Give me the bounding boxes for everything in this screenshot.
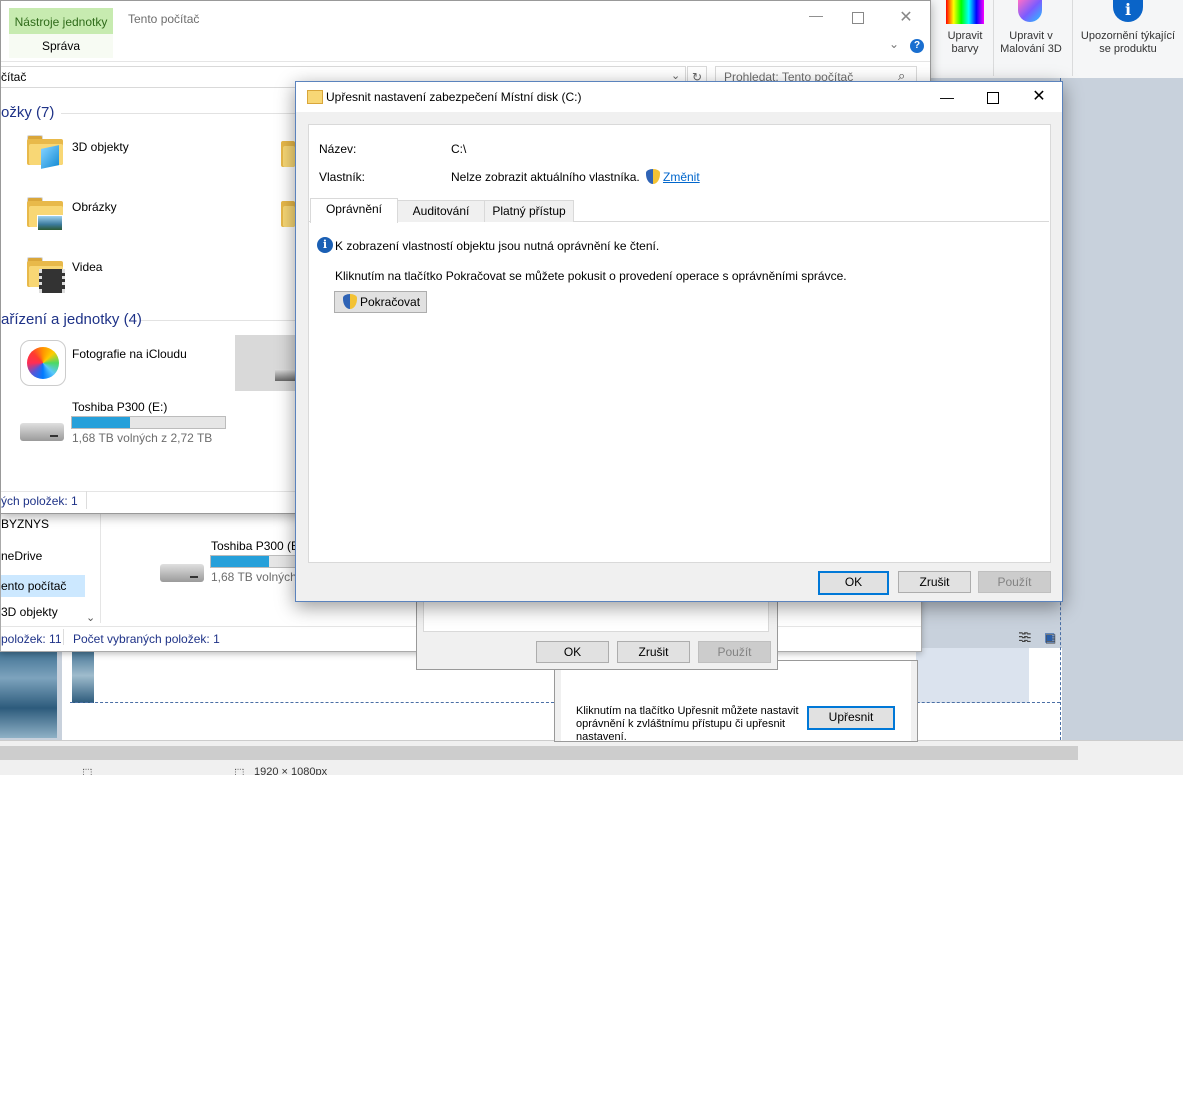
folder-icon [307,90,323,104]
section-folders[interactable]: ožky (7) [1,104,54,121]
contextual-tab-group: Nástroje jednotky Správa [9,8,113,58]
edit-in-paint3d-button[interactable]: Upravit v Malování 3D [994,30,1068,56]
drive-icon [20,423,64,441]
info-icon: i [317,237,333,253]
maximize-button[interactable] [970,82,1016,112]
folder-videos-icon [27,257,65,293]
cancel-button[interactable]: Zrušit [617,641,690,663]
tab-manage[interactable]: Správa [9,34,113,58]
product-alert-button[interactable]: Upozornění týkající se produktu [1072,30,1183,56]
continue-button[interactable]: Pokračovat [334,291,427,313]
nav-item-3d-objects[interactable]: 3D objekty [1,605,58,619]
folder-icon-partial [281,137,295,167]
folder-icon-partial [281,197,295,227]
folder-3d-icon [27,135,63,169]
close-button[interactable]: ✕ [1016,82,1062,112]
tab-drive-tools: Nástroje jednotky [14,15,108,29]
section-rule [61,113,296,114]
change-owner-link[interactable]: Změnit [663,170,700,184]
paint3d-icon[interactable] [1018,0,1042,22]
ok-button[interactable]: OK [818,571,889,595]
drive-icon [275,369,296,381]
scroll-down-arrow[interactable]: ⌄ [86,611,95,624]
address-text: čítač [1,70,27,84]
selection-icon: ⬚ [82,767,93,775]
selected-count: Počet vybraných položek: 1 [73,632,220,646]
selected-drive-tile[interactable] [235,335,296,391]
drive-usage-bar [71,416,226,429]
section-rule [141,320,296,321]
status-separator [63,629,64,645]
tab-effective-access[interactable]: Platný přístup [484,200,574,222]
selection-area[interactable] [916,648,1029,703]
owner-value: Nelze zobrazit aktuálního vlastníka. [451,170,640,184]
tab-permissions[interactable]: Oprávnění [310,198,398,223]
close-button[interactable]: ✕ [897,7,915,27]
canvas-image [72,648,94,703]
name-label: Název: [319,142,357,156]
nav-divider [100,511,101,623]
details-view-icon[interactable]: ☷ [1018,630,1029,644]
advanced-dialog-back: Kliknutím na tlačítko Upřesnit můžete na… [554,660,918,743]
drive-label[interactable]: Toshiba P300 (E:) [72,400,167,414]
info-text: K zobrazení vlastností objektu jsou nutn… [335,239,660,253]
title-bar: Upřesnit nastavení zabezpečení Místní di… [296,82,1062,112]
name-value: C:\ [451,142,467,156]
status-separator [86,491,87,509]
section-devices[interactable]: ařízení a jednotky (4) [1,311,142,328]
edit-colors-button[interactable]: Upravit barvy [936,30,994,56]
folder-3d-objects[interactable]: 3D objekty [72,140,129,154]
ok-button[interactable]: OK [536,641,609,663]
uac-shield-icon [343,294,357,309]
advanced-hint: Kliknutím na tlačítko Upřesnit můžete na… [576,705,799,743]
ribbon-divider [1072,0,1073,76]
folder-videos[interactable]: Videa [72,260,102,274]
properties-dialog-middle: nastavení OK Zrušit Použít [416,590,778,670]
nav-item-this-pc[interactable]: ento počítač [1,575,85,597]
status-text: ých položek: 1 [1,494,78,508]
cancel-button[interactable]: Zrušit [898,571,971,593]
item-count: položek: 11 [1,632,62,646]
ribbon-divider [993,0,994,76]
drive-free-space: 1,68 TB volných [211,570,297,584]
ribbon-collapse-icon[interactable]: ⌄ [889,37,899,51]
size-icon: ⬚ [234,767,245,775]
owner-label: Vlastník: [319,170,366,184]
uac-shield-icon [646,169,660,184]
maximize-button[interactable] [852,12,864,24]
ribbon-divider [1,61,930,62]
nav-item-byznys[interactable]: BYZNYS [1,517,49,531]
image-size: 1920 × 1080px [254,766,328,775]
icloud-photos[interactable]: Fotografie na iCloudu [72,347,187,361]
folder-pictures-icon [27,197,63,231]
drive-usage-bar [210,555,298,568]
edit-colors-icon[interactable] [946,0,984,24]
drive-free-space: 1,68 TB volných z 2,72 TB [72,431,213,445]
minimize-button[interactable]: — [924,82,970,112]
info-icon[interactable]: i [1113,0,1143,22]
dialog-panel [308,124,1051,563]
drive-label[interactable]: Toshiba P300 (E: [211,539,302,553]
apply-button[interactable]: Použít [978,571,1051,593]
nav-item-onedrive[interactable]: neDrive [1,549,42,563]
continue-hint: Kliknutím na tlačítko Pokračovat se může… [335,269,847,283]
security-dialog: Upřesnit nastavení zabezpečení Místní di… [295,81,1063,602]
continue-button-label: Pokračovat [360,295,421,309]
dialog-title: Upřesnit nastavení zabezpečení Místní di… [326,90,582,104]
scrollbar-thumb[interactable] [0,746,1078,760]
window-title: Tento počítač [128,12,200,26]
folder-pictures[interactable]: Obrázky [72,200,117,214]
canvas-image [0,648,57,738]
drive-icon [160,564,204,582]
help-icon[interactable]: ? [910,39,924,53]
tiles-view-icon[interactable]: ▣ [1044,630,1055,644]
advanced-button[interactable]: Upřesnit [807,706,895,730]
minimize-button[interactable]: — [807,7,825,23]
icloud-photos-icon [20,340,66,386]
paint-status-bar: ⬚ ⬚ 1920 × 1080px [0,766,1183,775]
tab-auditing[interactable]: Auditování [397,200,485,222]
apply-button[interactable]: Použít [698,641,771,663]
